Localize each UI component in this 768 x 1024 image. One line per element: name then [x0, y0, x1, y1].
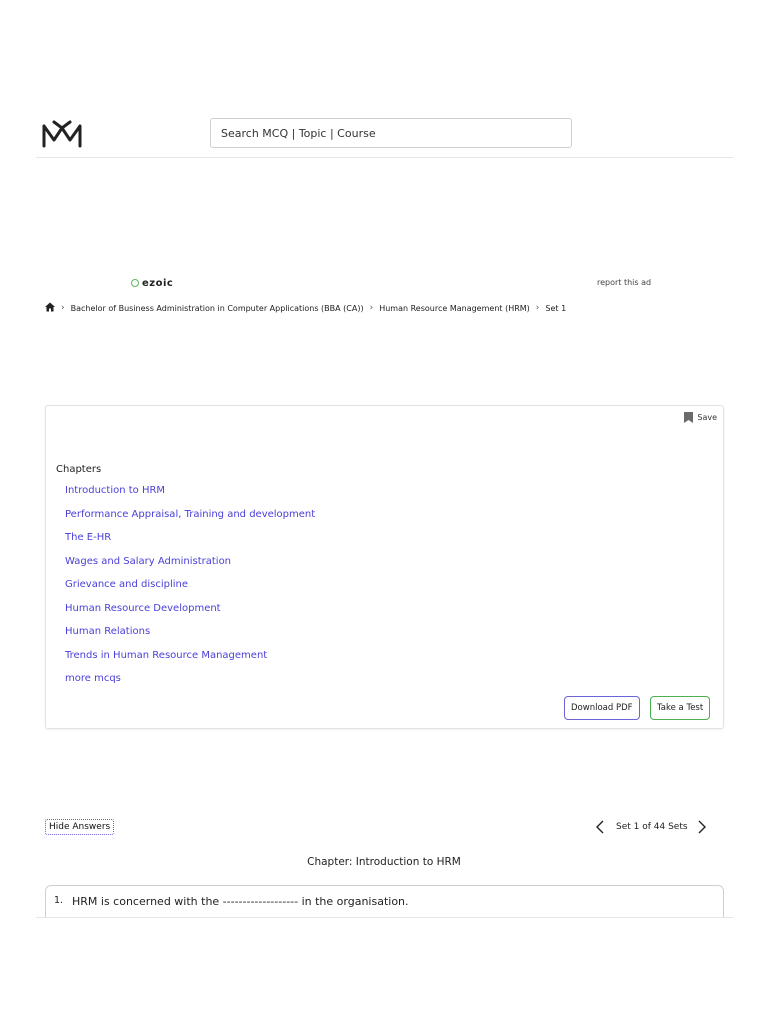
- download-pdf-button[interactable]: Download PDF: [564, 696, 640, 720]
- chapter-link[interactable]: Human Relations: [65, 626, 315, 650]
- chapters-card: Save Chapters Introduction to HRM Perfor…: [45, 405, 724, 729]
- chapter-link[interactable]: Wages and Salary Administration: [65, 556, 315, 580]
- set-navigation: Set 1 of 44 Sets: [594, 819, 708, 835]
- report-ad-link[interactable]: report this ad: [597, 278, 651, 287]
- search-input[interactable]: [210, 118, 572, 148]
- breadcrumb-course[interactable]: Bachelor of Business Administration in C…: [71, 304, 364, 313]
- chapter-link[interactable]: The E-HR: [65, 532, 315, 556]
- breadcrumb-subject[interactable]: Human Resource Management (HRM): [379, 304, 530, 313]
- chapter-link[interactable]: Human Resource Development: [65, 603, 315, 627]
- home-icon[interactable]: [45, 302, 55, 314]
- ezoic-label[interactable]: ezoic: [131, 278, 173, 289]
- chapter-list: Introduction to HRM Performance Appraisa…: [65, 485, 315, 697]
- save-label: Save: [697, 413, 717, 422]
- chapters-heading: Chapters: [56, 464, 102, 475]
- chevron-right-icon[interactable]: [696, 819, 708, 835]
- set-indicator: Set 1 of 44 Sets: [616, 822, 688, 832]
- take-test-button[interactable]: Take a Test: [650, 696, 711, 720]
- breadcrumb: › Bachelor of Business Administration in…: [45, 302, 566, 314]
- chevron-right-icon: ›: [61, 303, 65, 313]
- chevron-right-icon: ›: [535, 303, 540, 313]
- bookmark-icon: [684, 412, 694, 423]
- chevron-right-icon: ›: [369, 303, 374, 313]
- chapter-link[interactable]: Performance Appraisal, Training and deve…: [65, 509, 315, 533]
- hide-answers-button[interactable]: Hide Answers: [45, 819, 115, 835]
- page-blank-area: [0, 918, 768, 1024]
- chevron-left-icon[interactable]: [594, 819, 606, 835]
- site-logo[interactable]: [42, 118, 82, 150]
- chapter-link[interactable]: Introduction to HRM: [65, 485, 315, 509]
- header-divider: [36, 157, 733, 158]
- breadcrumb-current: Set 1: [545, 303, 567, 313]
- question-number: 1.: [54, 895, 64, 906]
- chapter-link[interactable]: Trends in Human Resource Management: [65, 650, 315, 674]
- chapter-heading: Chapter: Introduction to HRM: [307, 856, 461, 868]
- more-mcqs-link[interactable]: more mcqs: [65, 673, 315, 697]
- question-text: HRM is concerned with the --------------…: [72, 895, 409, 908]
- chapter-link[interactable]: Grievance and discipline: [65, 579, 315, 603]
- ezoic-icon: [131, 279, 139, 287]
- save-button[interactable]: Save: [684, 412, 717, 423]
